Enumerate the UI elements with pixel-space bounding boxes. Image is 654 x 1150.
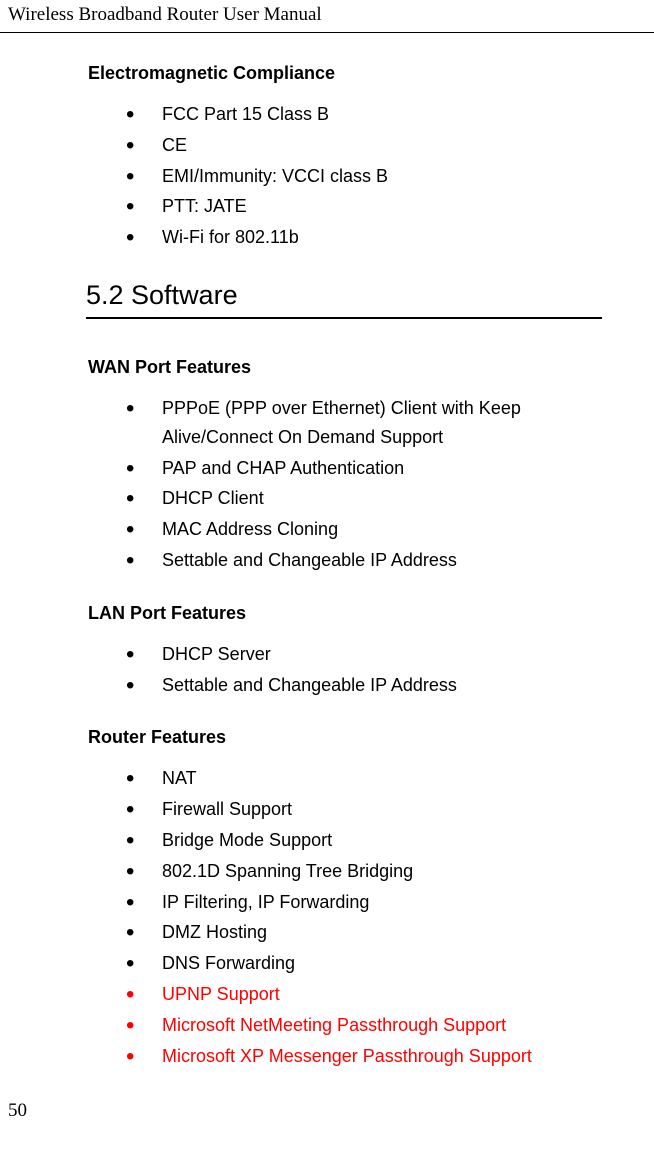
list-item: CE — [88, 131, 602, 160]
list-item: IP Filtering, IP Forwarding — [88, 888, 602, 917]
document-header: Wireless Broadband Router User Manual — [0, 0, 654, 33]
list-item: DNS Forwarding — [88, 949, 602, 978]
lan-list: DHCP Server Settable and Changeable IP A… — [88, 640, 602, 700]
list-item-highlighted: UPNP Support — [88, 980, 602, 1009]
list-item: PTT: JATE — [88, 192, 602, 221]
list-item-highlighted: Microsoft NetMeeting Passthrough Support — [88, 1011, 602, 1040]
router-heading: Router Features — [88, 727, 602, 748]
document-title: Wireless Broadband Router User Manual — [8, 4, 322, 25]
emc-heading: Electromagnetic Compliance — [88, 63, 602, 84]
list-item: DHCP Client — [88, 484, 602, 513]
list-item: FCC Part 15 Class B — [88, 100, 602, 129]
page-number: 50 — [8, 1100, 27, 1122]
list-item: DMZ Hosting — [88, 918, 602, 947]
list-item: Settable and Changeable IP Address — [88, 671, 602, 700]
lan-heading: LAN Port Features — [88, 603, 602, 624]
page-content: Electromagnetic Compliance FCC Part 15 C… — [0, 33, 654, 1070]
list-item: Firewall Support — [88, 795, 602, 824]
software-heading: 5.2 Software — [86, 280, 602, 319]
wan-heading: WAN Port Features — [88, 357, 602, 378]
list-item: DHCP Server — [88, 640, 602, 669]
list-item: PAP and CHAP Authentication — [88, 454, 602, 483]
list-item: 802.1D Spanning Tree Bridging — [88, 857, 602, 886]
list-item: Wi-Fi for 802.11b — [88, 223, 602, 252]
list-item: Bridge Mode Support — [88, 826, 602, 855]
list-item: NAT — [88, 764, 602, 793]
list-item: MAC Address Cloning — [88, 515, 602, 544]
emc-list: FCC Part 15 Class B CE EMI/Immunity: VCC… — [88, 100, 602, 252]
list-item: EMI/Immunity: VCCI class B — [88, 162, 602, 191]
list-item: PPPoE (PPP over Ethernet) Client with Ke… — [88, 394, 602, 452]
list-item: Settable and Changeable IP Address — [88, 546, 602, 575]
list-item-highlighted: Microsoft XP Messenger Passthrough Suppo… — [88, 1042, 602, 1071]
wan-list: PPPoE (PPP over Ethernet) Client with Ke… — [88, 394, 602, 575]
router-list: NAT Firewall Support Bridge Mode Support… — [88, 764, 602, 1070]
